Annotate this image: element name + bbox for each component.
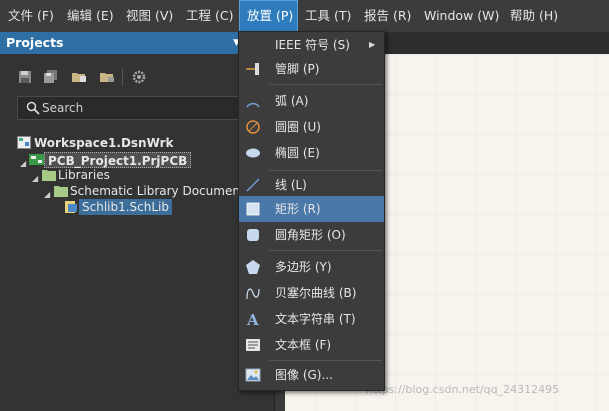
menu-item-label: 圆角矩形 (O) <box>275 228 346 242</box>
menu-item-label: 文本字符串 (T) <box>275 312 356 326</box>
gear-icon[interactable] <box>132 70 146 84</box>
menu-item-label: 弧 (A) <box>275 94 309 108</box>
menu-tools[interactable]: 工具 (T) <box>305 0 351 32</box>
panel-toolbar <box>0 62 274 92</box>
menu-separator <box>269 250 382 251</box>
tree-item-project[interactable]: PCB_Project1.PrjPCB <box>44 152 192 168</box>
menu-item-round-rectangle[interactable]: 圆角矩形 (O) <box>239 222 384 248</box>
projects-panel: Projects ▼ Search Workspace1.DsnWrk ◢ PC… <box>0 32 275 411</box>
folder-icon <box>54 186 68 197</box>
menu-place[interactable]: 放置 (P) <box>239 0 298 32</box>
tree-item-workspace[interactable]: Workspace1.DsnWrk <box>34 135 174 151</box>
menu-item-label: 文本框 (F) <box>275 338 332 352</box>
menu-item-label: 图像 (G)... <box>275 368 333 382</box>
menu-view[interactable]: 视图 (V) <box>126 0 173 32</box>
save-all-icon[interactable] <box>44 70 58 84</box>
circle-icon <box>246 120 260 134</box>
menu-item-label: 管脚 (P) <box>275 62 320 76</box>
menu-item-arc[interactable]: 弧 (A) <box>239 88 384 114</box>
menu-reports[interactable]: 报告 (R) <box>364 0 411 32</box>
place-menu-dropdown: IEEE 符号 (S) ▶ 管脚 (P) 弧 (A) 圆圈 (U) 椭圆 (E)… <box>238 31 385 391</box>
search-input[interactable]: Search <box>17 96 267 120</box>
workspace-icon <box>17 136 31 149</box>
menu-item-label: 多边形 (Y) <box>275 260 332 274</box>
menu-item-line[interactable]: 线 (L) <box>239 172 384 198</box>
toolbar-divider <box>122 68 123 86</box>
submenu-arrow-icon: ▶ <box>369 40 376 49</box>
collapse-arrow-icon[interactable]: ◢ <box>20 160 28 168</box>
menu-separator <box>269 84 382 85</box>
collapse-arrow-icon[interactable]: ◢ <box>44 191 52 199</box>
image-icon <box>245 368 261 382</box>
arc-icon <box>246 102 260 108</box>
menu-item-bezier[interactable]: 贝塞尔曲线 (B) <box>239 280 384 306</box>
menu-edit[interactable]: 编辑 (E) <box>67 0 114 32</box>
menu-item-pin[interactable]: 管脚 (P) <box>239 56 384 82</box>
menu-item-label: 椭圆 (E) <box>275 146 320 160</box>
text-string-icon: A <box>246 311 259 327</box>
menu-item-rectangle[interactable]: 矩形 (R) <box>239 196 384 222</box>
watermark-text: https://blog.csdn.net/qq_24312495 <box>366 383 560 396</box>
round-rectangle-icon <box>247 229 259 241</box>
menu-help[interactable]: 帮助 (H) <box>510 0 558 32</box>
panel-title: Projects <box>6 35 64 50</box>
menu-item-label: IEEE 符号 (S) <box>275 38 350 52</box>
search-icon <box>26 101 40 115</box>
menu-item-label: 圆圈 (U) <box>275 120 321 134</box>
tree-item-schlib[interactable]: Schlib1.SchLib <box>79 199 173 215</box>
menu-project[interactable]: 工程 (C) <box>186 0 233 32</box>
polygon-icon <box>246 260 260 274</box>
ellipse-icon <box>246 148 260 158</box>
folder-icon <box>42 170 56 181</box>
line-icon <box>246 178 260 192</box>
menu-item-text-string[interactable]: A 文本字符串 (T) <box>239 306 384 332</box>
menu-item-ieee-symbols[interactable]: IEEE 符号 (S) ▶ <box>239 32 384 58</box>
search-placeholder: Search <box>42 101 84 115</box>
folder-add-icon[interactable] <box>72 70 86 84</box>
text-frame-icon <box>246 339 260 351</box>
menu-item-label: 矩形 (R) <box>275 202 321 216</box>
menu-separator <box>269 170 382 171</box>
folder-remove-icon[interactable] <box>100 70 114 84</box>
menu-item-label: 线 (L) <box>275 178 307 192</box>
tree-item-libraries[interactable]: Libraries <box>58 167 110 183</box>
rectangle-icon <box>246 202 260 216</box>
menu-window[interactable]: Window (W) <box>424 0 499 32</box>
svg-text:A: A <box>246 311 259 327</box>
menu-bar: 文件 (F) 编辑 (E) 视图 (V) 工程 (C) 放置 (P) 工具 (T… <box>0 0 609 33</box>
save-icon[interactable] <box>18 70 32 84</box>
pin-icon <box>246 63 259 75</box>
menu-item-circle[interactable]: 圆圈 (U) <box>239 114 384 140</box>
menu-separator <box>269 360 382 361</box>
menu-item-polygon[interactable]: 多边形 (Y) <box>239 254 384 280</box>
menu-item-ellipse[interactable]: 椭圆 (E) <box>239 140 384 166</box>
schlib-document-icon <box>65 201 77 213</box>
menu-item-label: 贝塞尔曲线 (B) <box>275 286 357 300</box>
bezier-icon <box>246 288 260 300</box>
tree-item-schematic-library-documents[interactable]: Schematic Library Documents <box>70 183 251 199</box>
menu-item-image[interactable]: 图像 (G)... <box>239 362 384 388</box>
menu-item-text-frame[interactable]: 文本框 (F) <box>239 332 384 358</box>
collapse-arrow-icon[interactable]: ◢ <box>32 175 40 183</box>
menu-file[interactable]: 文件 (F) <box>8 0 54 32</box>
pcb-project-icon <box>29 154 44 165</box>
